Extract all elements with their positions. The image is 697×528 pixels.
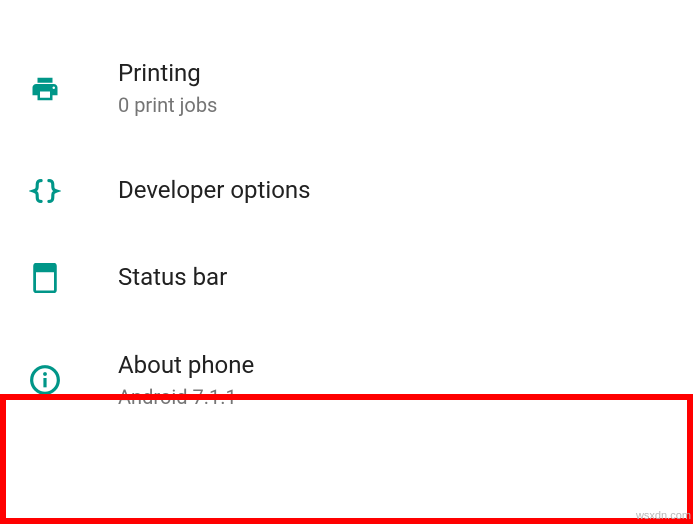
settings-item-text: About phone Android 7.1.1 bbox=[62, 350, 254, 411]
settings-item-title: About phone bbox=[118, 350, 254, 381]
settings-item-about-phone[interactable]: About phone Android 7.1.1 bbox=[0, 322, 697, 439]
settings-item-text: Developer options bbox=[62, 175, 311, 206]
settings-item-title: Status bar bbox=[118, 262, 227, 293]
settings-item-printing[interactable]: Printing 0 print jobs bbox=[0, 30, 697, 147]
settings-list: Printing 0 print jobs Developer options … bbox=[0, 0, 697, 439]
watermark: wsxdn.com bbox=[636, 510, 691, 522]
settings-item-status-bar[interactable]: Status bar bbox=[0, 234, 697, 321]
settings-item-text: Printing 0 print jobs bbox=[62, 58, 217, 119]
settings-item-subtitle: 0 print jobs bbox=[118, 91, 217, 119]
status-bar-icon bbox=[28, 263, 62, 293]
settings-item-developer-options[interactable]: Developer options bbox=[0, 147, 697, 234]
settings-item-title: Developer options bbox=[118, 175, 311, 206]
settings-item-subtitle: Android 7.1.1 bbox=[118, 383, 254, 411]
info-icon bbox=[28, 364, 62, 396]
settings-item-title: Printing bbox=[118, 58, 217, 89]
settings-item-text: Status bar bbox=[62, 262, 227, 293]
braces-icon bbox=[28, 178, 62, 204]
printer-icon bbox=[28, 74, 62, 104]
